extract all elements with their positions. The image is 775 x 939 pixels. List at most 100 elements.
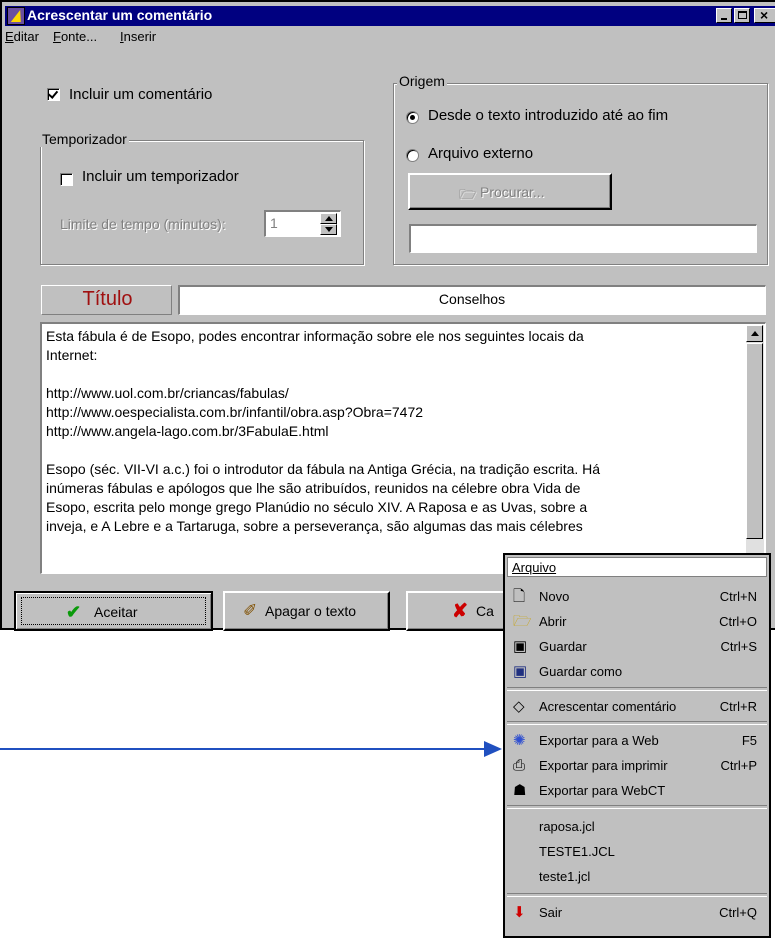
menu-fonte[interactable]: Fonte...: [53, 29, 97, 44]
comment-line: [46, 441, 765, 460]
title-value: Conselhos: [438, 291, 506, 307]
title-label-box: Título: [41, 285, 172, 315]
menu-item-sair[interactable]: ⬇ Sair Ctrl+Q: [505, 901, 769, 925]
menu-separator: [507, 805, 767, 809]
menu-item-acrescentar-coment-rio[interactable]: ◇ Acrescentar comentário Ctrl+R: [505, 695, 769, 719]
close-icon: ×: [760, 7, 769, 23]
menu-item-shortcut: Ctrl+P: [720, 758, 757, 773]
menu-item-label: Exportar para imprimir: [539, 758, 668, 773]
menu-item-label: Sair: [539, 905, 563, 920]
comment-text: Esta fábula é de Esopo, podes encontrar …: [46, 327, 765, 536]
menu-item-label: raposa.jcl: [539, 819, 595, 834]
origem-label: Origem: [397, 73, 447, 89]
include-comment-label: Incluir um comentário: [69, 86, 213, 103]
new-file-icon: 🗋: [513, 588, 526, 605]
maximize-button[interactable]: [734, 8, 750, 23]
temporizador-label: Temporizador: [40, 131, 129, 147]
menu-item-exportar-para-imprimir[interactable]: ⎙ Exportar para imprimir Ctrl+P: [505, 754, 769, 778]
comment-line: inveja, e A Lebre e a Tartaruga, sobre a…: [46, 518, 583, 534]
include-timer-checkbox[interactable]: [60, 173, 73, 186]
menu-item-label: Guardar: [539, 639, 587, 654]
title-label: Título: [82, 288, 133, 310]
menu-editar[interactable]: Editar: [5, 29, 39, 44]
menu-item-guardar-como[interactable]: ▣ Guardar como: [505, 660, 769, 684]
pointer-arrow: [0, 741, 502, 757]
time-limit-label: Limite de tempo (minutos):: [60, 216, 226, 232]
comment-line: Esta fábula é de Esopo, podes encontrar …: [46, 328, 584, 344]
menu-separator: [507, 893, 767, 897]
cancel-label: Ca: [476, 603, 494, 619]
menu-item-exportar-para-webct[interactable]: ☗ Exportar para WebCT: [505, 779, 769, 803]
menu-separator: [507, 721, 767, 725]
stepper-down-button[interactable]: [320, 224, 337, 235]
comment-line: http://www.uol.com.br/criancas/fabulas/: [46, 385, 289, 401]
accept-button[interactable]: ✔ Aceitar: [14, 591, 213, 631]
menu-item-teste1-jcl[interactable]: teste1.jcl: [505, 865, 769, 889]
printer-icon: ⎙: [513, 757, 526, 774]
web-icon: ✺: [513, 732, 526, 749]
menu-item-novo[interactable]: 🗋 Novo Ctrl+N: [505, 585, 769, 609]
browse-label: Procurar...: [480, 184, 545, 200]
menu-item-shortcut: Ctrl+O: [719, 614, 757, 629]
comment-line: Esopo, escrita pelo monge grego Planúdio…: [46, 499, 588, 515]
menu-item-label: Exportar para a Web: [539, 733, 659, 748]
scroll-up-button[interactable]: [746, 325, 763, 342]
temporizador-group: [40, 140, 364, 265]
comment-scrollbar[interactable]: [746, 325, 764, 571]
menu-item-label: Guardar como: [539, 664, 623, 679]
menu-item-raposa-jcl[interactable]: raposa.jcl: [505, 815, 769, 839]
comment-line: inúmeras fábulas e apólogos que lhe são …: [46, 480, 581, 496]
exit-arrow-icon: ⬇: [513, 904, 526, 921]
webct-icon: ☗: [513, 782, 527, 799]
arquivo-menu-title[interactable]: Arquivo: [507, 557, 767, 577]
eraser-icon: ✐: [243, 601, 258, 620]
menu-item-guardar[interactable]: ▣ Guardar Ctrl+S: [505, 635, 769, 659]
check-icon: ✔: [66, 602, 82, 622]
menu-item-label: Novo: [539, 589, 570, 604]
accept-label: Aceitar: [94, 604, 138, 620]
menu-item-label: TESTE1.JCL: [539, 844, 615, 859]
include-timer-label: Incluir um temporizador: [82, 168, 239, 185]
folder-open-icon: 🗁: [513, 613, 532, 630]
close-button[interactable]: ×: [754, 7, 775, 23]
menu-inserir[interactable]: Inserir: [120, 29, 156, 44]
title-bar[interactable]: Acrescentar um comentário ×: [5, 6, 775, 26]
clear-text-button[interactable]: ✐ Apagar o texto: [223, 591, 390, 631]
menu-item-shortcut: Ctrl+S: [720, 639, 757, 654]
comment-line: Internet:: [46, 347, 98, 363]
stepper-up-button[interactable]: [320, 213, 337, 224]
origin-text-radio[interactable]: [406, 111, 419, 124]
menu-item-label: Acrescentar comentário: [539, 699, 677, 714]
file-path-input[interactable]: [409, 224, 757, 253]
time-limit-stepper[interactable]: 1: [264, 210, 341, 237]
menu-item-label: Abrir: [539, 614, 567, 629]
time-limit-value: 1: [270, 215, 278, 231]
menu-separator: [507, 687, 767, 691]
comment-textarea[interactable]: Esta fábula é de Esopo, podes encontrar …: [40, 322, 766, 574]
comment-line: [46, 365, 765, 384]
menu-item-shortcut: Ctrl+Q: [719, 905, 757, 920]
menu-item-label: Exportar para WebCT: [539, 783, 666, 798]
origin-file-radio[interactable]: [406, 149, 419, 162]
arquivo-title-label: Arquivo: [512, 560, 557, 575]
menu-item-teste1-jcl[interactable]: TESTE1.JCL: [505, 840, 769, 864]
minimize-button[interactable]: [716, 8, 732, 23]
origin-text-label: Desde o texto introduzido até ao fim: [428, 107, 669, 124]
include-comment-checkbox[interactable]: [47, 88, 60, 101]
menu-item-abrir[interactable]: 🗁 Abrir Ctrl+O: [505, 610, 769, 634]
arquivo-menu: Arquivo 🗋 Novo Ctrl+N 🗁 Abrir Ctrl+O ▣ Guardar C…: [503, 553, 771, 938]
folder-icon: 🗁: [459, 186, 477, 202]
menu-item-label: teste1.jcl: [539, 869, 591, 884]
menu-item-exportar-para-a-web[interactable]: ✺ Exportar para a Web F5: [505, 729, 769, 753]
clear-text-label: Apagar o texto: [265, 603, 357, 619]
comment-line: http://www.angela-lago.com.br/3FabulaE.h…: [46, 423, 329, 439]
title-input[interactable]: Conselhos: [178, 285, 766, 315]
menu-bar: Editar Fonte... Inserir: [5, 28, 775, 46]
comment-icon: ◇: [513, 698, 525, 715]
scroll-thumb[interactable]: [746, 343, 763, 539]
origin-file-label: Arquivo externo: [428, 145, 534, 162]
browse-button[interactable]: 🗁 Procurar...: [408, 173, 612, 210]
floppy-icon: ▣: [513, 638, 528, 655]
menu-item-shortcut: F5: [741, 733, 757, 748]
comment-line: http://www.oespecialista.com.br/infantil…: [46, 404, 424, 420]
